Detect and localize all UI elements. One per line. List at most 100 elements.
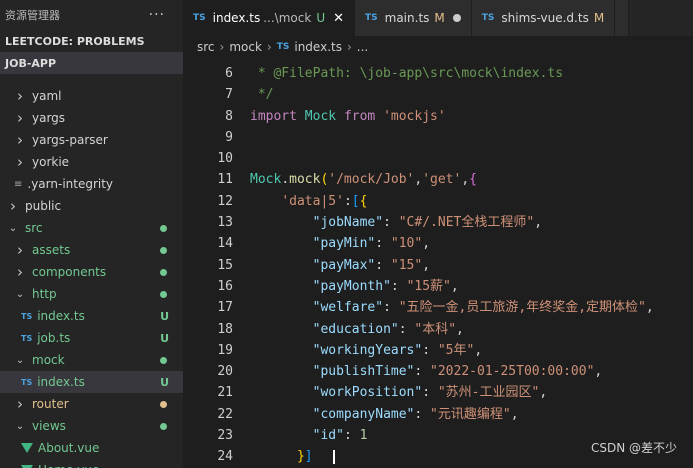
code-token: , xyxy=(450,278,459,294)
explorer-sidebar: 资源管理器 ··· LEETCODE: PROBLEMS JOB-APP › ya… xyxy=(0,0,183,468)
breadcrumb-symbols[interactable]: ... xyxy=(357,40,368,54)
code-token: "15" xyxy=(390,257,423,273)
tree-item-label: mock xyxy=(32,353,65,367)
tree-item-label: assets xyxy=(32,243,71,257)
tree-item[interactable]: › yorkie xyxy=(0,151,183,173)
line-number: 22 xyxy=(217,406,233,422)
tree-item[interactable]: › components xyxy=(0,261,183,283)
section-job-app[interactable]: JOB-APP xyxy=(0,52,183,74)
line-number-gutter: 678910111213141516171819202122232425 xyxy=(183,63,233,468)
tree-item[interactable]: › yaml xyxy=(0,85,183,107)
breadcrumb-part[interactable]: mock xyxy=(229,40,262,54)
tree-item[interactable]: ⌄ src xyxy=(0,217,183,239)
code-line[interactable]: "publishTime": "2022-01-25T00:00:00", xyxy=(250,361,690,382)
code-line[interactable]: "jobName": "C#/.NET全栈工程师", xyxy=(250,212,690,233)
line-number: 17 xyxy=(217,300,233,316)
tree-item[interactable]: ⌄ http xyxy=(0,283,183,305)
line-number: 24 xyxy=(217,449,233,465)
tree-item-label: yargs xyxy=(32,111,66,125)
code-line[interactable]: "workPosition": "苏州-工业园区", xyxy=(250,382,690,403)
tree-item-label: About.vue xyxy=(38,441,100,455)
tree-item[interactable]: About.vue xyxy=(0,437,183,459)
tree-item[interactable]: › public xyxy=(0,195,183,217)
tree-item-label: views xyxy=(32,419,66,433)
git-status-dot xyxy=(160,400,167,408)
unsaved-dot-icon[interactable] xyxy=(452,14,461,22)
tree-item[interactable]: › assets xyxy=(0,239,183,261)
tab-index-ts[interactable]: TS index.ts ...\mock U ✕ xyxy=(183,0,356,36)
code-line[interactable]: "payMonth": "15薪", xyxy=(250,276,690,297)
code-token: '/mock/Job' xyxy=(328,172,415,188)
breadcrumb-file[interactable]: index.ts xyxy=(294,40,342,54)
breadcrumb-part[interactable]: src xyxy=(197,40,215,54)
git-status-dot xyxy=(160,356,167,364)
chevron-right-icon: › xyxy=(17,109,23,127)
line-number: 11 xyxy=(217,172,233,188)
tree-item[interactable]: ⌄ views xyxy=(0,415,183,437)
code-token: "10" xyxy=(390,236,423,252)
tree-item[interactable]: Home.vue xyxy=(0,459,183,468)
code-line[interactable]: * @FilePath: \job-app\src\mock\index.ts xyxy=(250,63,690,84)
line-number: 10 xyxy=(217,151,233,167)
text-cursor xyxy=(332,449,335,464)
code-line[interactable]: "companyName": "元讯趣编程", xyxy=(250,404,690,425)
tree-item-label: Home.vue xyxy=(38,463,99,468)
tree-item[interactable]: TS job.ts U xyxy=(0,327,183,349)
close-icon[interactable]: ✕ xyxy=(333,11,344,26)
tree-item[interactable]: ⌄ mock xyxy=(0,349,183,371)
code-token: "education" xyxy=(312,321,399,337)
explorer-header: 资源管理器 ··· xyxy=(0,0,183,30)
code-line[interactable]: import Mock from 'mockjs' xyxy=(250,106,690,127)
code-token: : xyxy=(383,215,399,231)
code-area[interactable]: * @FilePath: \job-app\src\mock\index.ts … xyxy=(250,63,690,468)
file-icon: ≡ xyxy=(14,178,23,190)
tree-item[interactable]: › yargs xyxy=(0,107,183,129)
more-actions-icon[interactable]: ··· xyxy=(149,7,165,23)
tree-item[interactable]: › yargs-parser xyxy=(0,129,183,151)
git-status-badge: U xyxy=(160,331,169,345)
tree-item[interactable]: › router xyxy=(0,393,183,415)
code-line[interactable]: 'data|5':[{ xyxy=(250,191,690,212)
line-number: 21 xyxy=(217,385,233,401)
tab-main-ts[interactable]: TS main.ts M xyxy=(355,0,472,36)
tab-overflow[interactable] xyxy=(615,0,630,36)
section-leetcode-problems[interactable]: LEETCODE: PROBLEMS xyxy=(0,30,183,52)
code-line[interactable]: Mock.mock('/mock/Job','get',{ xyxy=(250,169,690,190)
code-token: : xyxy=(398,321,415,337)
line-number: 23 xyxy=(217,428,233,444)
git-status-dot xyxy=(160,246,167,254)
tree-item-label: router xyxy=(32,397,69,411)
tree-item-label: public xyxy=(25,199,62,213)
code-line[interactable] xyxy=(250,148,690,169)
tab-shims-vue-d-ts[interactable]: TS shims-vue.d.ts M xyxy=(471,0,616,36)
code-token: "元讯趣编程" xyxy=(430,406,511,422)
typescript-file-icon: TS xyxy=(365,13,378,23)
tree-item[interactable]: TS index.ts U xyxy=(0,305,183,327)
code-line[interactable]: "payMin": "10", xyxy=(250,233,690,254)
code-line[interactable]: "payMax": "15", xyxy=(250,255,690,276)
line-number: 15 xyxy=(217,257,233,273)
code-token: "15薪" xyxy=(406,278,451,294)
chevron-down-icon: ⌄ xyxy=(15,288,25,300)
tree-item[interactable]: ≡ .yarn-integrity xyxy=(0,173,183,195)
tree-item-label: job.ts xyxy=(37,331,71,345)
code-line[interactable]: "welfare": "五险一金,员工旅游,年终奖金,定期体检", xyxy=(250,297,690,318)
code-line[interactable]: "education": "本科", xyxy=(250,319,690,340)
tree-item-label: yorkie xyxy=(32,155,70,169)
tree-item-label: src xyxy=(25,221,43,235)
tree-item[interactable]: TS index.ts U xyxy=(0,371,183,393)
tab-label: main.ts xyxy=(384,11,430,25)
typescript-file-icon: TS xyxy=(276,42,290,52)
code-token: , xyxy=(539,385,548,401)
code-token: { xyxy=(359,193,368,209)
code-editor[interactable]: 678910111213141516171819202122232425 * @… xyxy=(183,58,693,468)
code-token: : xyxy=(375,236,391,252)
file-tree: › yaml › yargs › yargs-parser › yorkie ≡ .yarn-in… xyxy=(0,85,183,468)
code-line[interactable] xyxy=(250,127,690,148)
code-line[interactable]: */ xyxy=(250,84,690,105)
code-line[interactable]: "workingYears": "5年", xyxy=(250,340,690,361)
